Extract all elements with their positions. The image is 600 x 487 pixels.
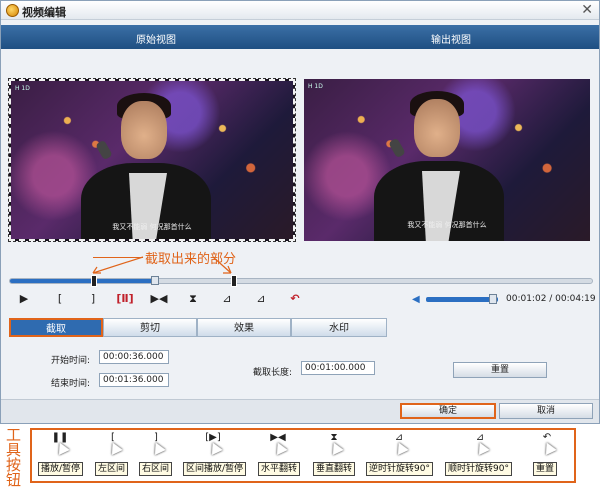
end-marker[interactable] <box>230 275 237 287</box>
view-header: 原始视图 输出视图 <box>1 25 599 49</box>
flip-horizontal-button[interactable]: ▶◀ <box>147 290 171 308</box>
legend-title: 工具按钮 <box>6 426 22 487</box>
end-time-label: 结束时间: <box>51 379 91 389</box>
tab-capture[interactable]: 截取 <box>9 318 103 337</box>
legend-label-play-pause: 播放/暂停 <box>38 462 84 476</box>
output-video-pane: H 1D 我又不能弱 何况那首什么 <box>304 79 590 241</box>
channel-logo: H 1D <box>15 85 30 92</box>
rotate-cw-button[interactable]: ⊿ <box>249 290 273 308</box>
interval-play-button[interactable]: [Ⅱ] <box>113 290 137 308</box>
reset-button[interactable]: 重置 <box>453 362 547 378</box>
legend-label-rotate-ccw: 逆时针旋转90° <box>366 462 433 476</box>
close-icon[interactable]: ✕ <box>581 2 593 18</box>
left-interval-button[interactable]: [ <box>48 290 72 308</box>
start-time-field[interactable] <box>99 350 169 364</box>
video-edit-window: 视频编辑 ✕ 原始视图 输出视图 H 1D 我又不能弱 何况那首什么 H 1D … <box>0 0 600 424</box>
tab-cut[interactable]: 剪切 <box>103 318 197 337</box>
rotate-ccw-button[interactable]: ⊿ <box>215 290 239 308</box>
singer-head <box>121 101 167 159</box>
cancel-button[interactable]: 取消 <box>499 403 593 419</box>
reset-view-button[interactable]: ↶ <box>283 290 307 308</box>
original-video-pane[interactable]: H 1D 我又不能弱 何况那首什么 <box>8 78 296 242</box>
legend-label-left-interval: 左区间 <box>95 462 129 476</box>
video-subtitle: 我又不能弱 何况那首什么 <box>112 223 192 231</box>
legend-label-interval-play: 区间播放/暂停 <box>183 462 247 476</box>
time-display: 00:01:02 / 00:04:19 <box>506 294 596 304</box>
play-button[interactable]: ▶ <box>12 290 36 308</box>
video-subtitle: 我又不能弱 何况那首什么 <box>407 221 487 229</box>
clip-length-field[interactable] <box>301 361 375 375</box>
playhead-handle[interactable] <box>151 276 159 285</box>
window-title: 视频编辑 <box>22 6 66 19</box>
channel-logo: H 1D <box>308 83 323 90</box>
title-bar: 视频编辑 ✕ <box>1 1 599 20</box>
output-view-label: 输出视图 <box>431 35 471 46</box>
tab-watermark[interactable]: 水印 <box>291 318 387 337</box>
volume-slider[interactable] <box>426 297 498 302</box>
right-interval-button[interactable]: ] <box>81 290 105 308</box>
legend-label-flip-vertical: 垂直翻转 <box>313 462 356 476</box>
timeline-progress <box>10 279 156 283</box>
end-time-field[interactable] <box>99 373 169 387</box>
volume-handle[interactable] <box>488 294 497 304</box>
volume-icon[interactable]: ◀ <box>412 294 420 305</box>
legend-label-flip-horizontal: 水平翻转 <box>258 462 301 476</box>
singer-head <box>414 99 460 157</box>
original-view-label: 原始视图 <box>136 35 176 46</box>
start-marker[interactable] <box>90 275 97 287</box>
ok-button[interactable]: 确定 <box>400 403 496 419</box>
clip-length-label: 截取长度: <box>253 368 293 378</box>
tab-effects[interactable]: 效果 <box>197 318 291 337</box>
legend-label-right-interval: 右区间 <box>139 462 173 476</box>
flip-vertical-button[interactable]: ⧗ <box>181 290 205 308</box>
legend-label-reset: 重置 <box>533 462 558 476</box>
start-time-label: 开始时间: <box>51 356 91 366</box>
app-icon <box>6 4 19 17</box>
legend-label-rotate-cw: 顺时针旋转90° <box>445 462 512 476</box>
annotation-arrows <box>92 256 232 274</box>
